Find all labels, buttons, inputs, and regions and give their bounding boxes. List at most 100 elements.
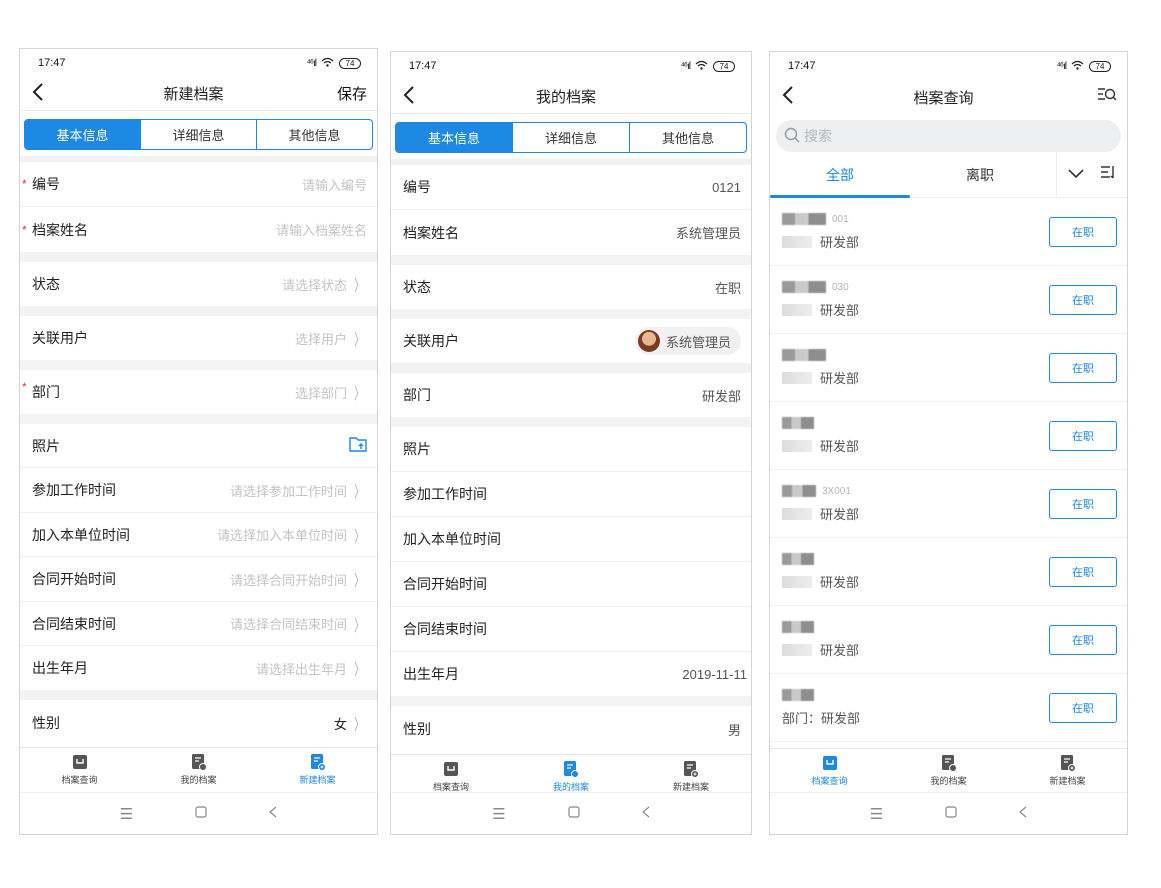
chevron-right-icon: 〉: [354, 662, 364, 679]
tab-my-record[interactable]: 我的档案: [139, 748, 258, 791]
status-bar: 17:47 ⁴⁶ıl 74: [770, 52, 1127, 80]
battery-icon: 74: [713, 60, 735, 72]
search-placeholder: 搜索: [804, 128, 832, 144]
required-mark: *: [22, 177, 27, 191]
search-input[interactable]: 搜索: [776, 120, 1121, 152]
status-button[interactable]: 在职: [1049, 556, 1117, 587]
field-placeholder: 请输入档案姓名: [275, 223, 367, 238]
list-item[interactable]: 研发部 在职: [770, 606, 1127, 674]
new-record-icon: [682, 760, 700, 778]
field-label: 关联用户: [403, 333, 459, 349]
field-record-name[interactable]: * 档案姓名 请输入档案姓名: [20, 207, 377, 262]
redacted-name: [782, 281, 826, 293]
status-button[interactable]: 在职: [1049, 420, 1117, 451]
field-join-date[interactable]: 加入本单位时间 请选择加入本单位时间〉: [20, 513, 377, 557]
chevron-right-icon: 〉: [354, 573, 364, 590]
list-item[interactable]: 部门：研发部 在职: [770, 674, 1127, 742]
menu-icon[interactable]: ☰: [870, 805, 883, 823]
list-item[interactable]: 研发部 在职: [770, 402, 1127, 470]
record-code: 001: [832, 213, 849, 225]
field-department[interactable]: * 部门 选择部门〉: [20, 370, 377, 424]
chevron-down-icon[interactable]: [1057, 166, 1095, 184]
tab-basic-info[interactable]: 基本信息: [25, 120, 140, 149]
status-button[interactable]: 在职: [1049, 692, 1117, 723]
menu-icon[interactable]: ☰: [120, 805, 133, 823]
tab-record-query[interactable]: 档案查询: [770, 749, 889, 792]
field-photo[interactable]: 照片: [20, 424, 377, 468]
status-button[interactable]: 在职: [1049, 352, 1117, 383]
redacted-name: [782, 689, 814, 701]
search-list-icon[interactable]: [1081, 86, 1117, 108]
tab-detail-info[interactable]: 详细信息: [512, 123, 629, 152]
field-gender[interactable]: 性别 女〉: [20, 700, 377, 746]
field-value: 研发部: [701, 388, 741, 404]
tab-basic-info[interactable]: 基本信息: [396, 123, 512, 152]
list-item[interactable]: 研发部 在职: [770, 334, 1127, 402]
back-nav-icon[interactable]: [269, 805, 277, 822]
list-item[interactable]: 研发部 在职: [770, 538, 1127, 606]
field-label: 加入本单位时间: [32, 526, 130, 543]
field-status[interactable]: 状态 请选择状态〉: [20, 262, 377, 316]
filter-tab-resigned[interactable]: 离职: [910, 152, 1050, 198]
back-icon[interactable]: [782, 86, 806, 108]
field-label: 状态: [32, 276, 60, 292]
back-nav-icon[interactable]: [1019, 805, 1027, 822]
field-number[interactable]: * 编号 请输入编号: [20, 162, 377, 207]
bottom-tab-bar: 档案查询 我的档案 新建档案: [20, 747, 377, 791]
home-icon[interactable]: [945, 805, 957, 822]
list-item[interactable]: 030 研发部 在职: [770, 266, 1127, 334]
field-placeholder: 请选择参加工作时间: [229, 483, 347, 499]
status-button[interactable]: 在职: [1049, 216, 1117, 247]
status-button[interactable]: 在职: [1049, 284, 1117, 315]
tab-record-query[interactable]: 档案查询: [20, 748, 139, 791]
back-nav-icon[interactable]: [641, 805, 650, 822]
filter-sort-icon[interactable]: [1095, 164, 1121, 185]
back-icon[interactable]: [32, 82, 56, 105]
status-button[interactable]: 在职: [1049, 488, 1117, 519]
field-value: 女: [333, 716, 347, 732]
save-button[interactable]: 保存: [331, 83, 367, 104]
tab-other-info[interactable]: 其他信息: [256, 120, 372, 149]
back-icon[interactable]: [403, 85, 427, 108]
tab-other-info[interactable]: 其他信息: [629, 123, 746, 152]
bottom-tab-bar: 档案查询 我的档案 新建档案: [770, 748, 1127, 792]
tab-new-record[interactable]: 新建档案: [1008, 749, 1127, 792]
home-icon[interactable]: [568, 805, 580, 822]
filter-tab-all[interactable]: 全部: [770, 152, 910, 198]
upload-folder-icon[interactable]: [349, 436, 367, 455]
wifi-icon: [695, 60, 708, 73]
user-chip[interactable]: 系统管理员: [634, 327, 741, 355]
phone-screen-record-query: 17:47 ⁴⁶ıl 74 档案查询 搜索 全部 离职 001 研发部 在职 0…: [769, 51, 1128, 835]
home-icon[interactable]: [195, 805, 207, 822]
field-label: 合同开始时间: [32, 571, 116, 587]
list-item[interactable]: 001 研发部 在职: [770, 198, 1127, 266]
signal-icon: ⁴⁶ıl: [306, 57, 317, 69]
record-dept: 研发部: [820, 643, 860, 658]
chevron-right-icon: 〉: [354, 717, 364, 734]
signal-icon: ⁴⁶ıl: [1056, 60, 1067, 72]
status-button[interactable]: 在职: [1049, 624, 1117, 655]
search-icon: [784, 127, 800, 146]
field-contract-end[interactable]: 合同结束时间 请选择合同结束时间〉: [20, 602, 377, 646]
record-dept: 研发部: [820, 235, 860, 250]
list-item[interactable]: 3X001 研发部 在职: [770, 470, 1127, 538]
new-record-icon: [309, 753, 327, 771]
field-label: 性别: [32, 715, 60, 731]
tab-new-record[interactable]: 新建档案: [258, 748, 377, 791]
tab-my-record[interactable]: 我的档案: [889, 749, 1008, 792]
tab-label: 档案查询: [811, 776, 848, 786]
record-dept: 研发部: [820, 439, 860, 454]
my-record-icon: [190, 753, 208, 771]
field-work-start-date: 参加工作时间: [391, 472, 751, 517]
menu-icon[interactable]: ☰: [492, 805, 505, 823]
field-work-start-date[interactable]: 参加工作时间 请选择参加工作时间〉: [20, 468, 377, 513]
field-contract-start[interactable]: 合同开始时间 请选择合同开始时间〉: [20, 557, 377, 602]
field-placeholder: 选择部门: [294, 385, 347, 401]
field-placeholder: 选择用户: [294, 331, 347, 347]
field-birth-date[interactable]: 出生年月 请选择出生年月〉: [20, 646, 377, 700]
new-record-icon: [1059, 754, 1077, 772]
field-linked-user[interactable]: 关联用户 选择用户〉: [20, 316, 377, 370]
field-label: 部门: [32, 384, 60, 400]
nav-bar: 档案查询: [770, 80, 1127, 114]
tab-detail-info[interactable]: 详细信息: [140, 120, 256, 149]
